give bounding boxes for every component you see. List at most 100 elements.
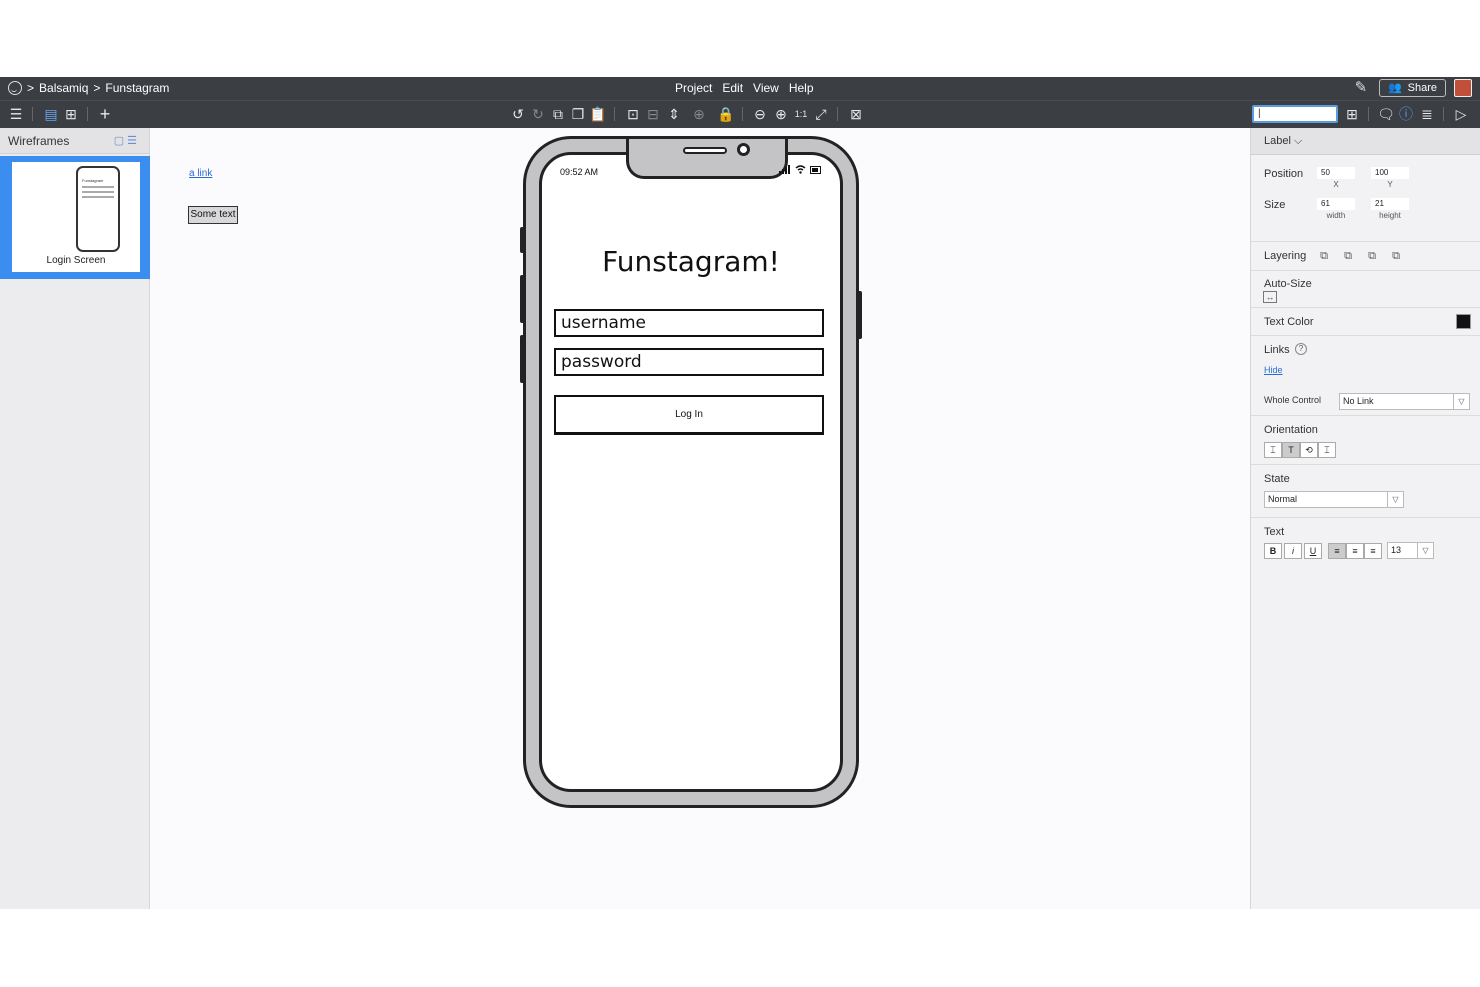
hide-links-link[interactable]: Hide [1264,365,1283,375]
phone-side-button [857,291,862,339]
library-icon[interactable]: ⊞ [1343,105,1361,123]
presentation-icon[interactable]: ▷ [1452,105,1470,123]
menu-help[interactable]: Help [789,81,814,95]
panel-header: Wireframes ▢ ☰ [0,128,149,154]
breadcrumb-project[interactable]: Balsamiq [39,81,88,95]
align-center-icon[interactable]: ≡ [1346,543,1364,559]
canvas-link[interactable]: a link [189,168,212,179]
text-section: Text B i U ≡ ≡ ≡ 13 ▽ [1251,518,1480,570]
distribute-icon[interactable]: ⊕ [690,105,708,123]
y-input[interactable]: 100 [1371,167,1409,179]
comment-icon[interactable]: 🗨 [1377,105,1395,123]
toolbar-divider [742,107,743,121]
mini-phone-icon: Funstagram [76,166,120,252]
menu-project[interactable]: Project [675,81,712,95]
font-size-select[interactable]: 13 ▽ [1387,542,1434,559]
state-select[interactable]: Normal ▽ [1264,491,1404,508]
menu-view[interactable]: View [753,81,779,95]
group-icon[interactable]: ⊡ [624,105,642,123]
whole-control-select[interactable]: No Link ▽ [1339,393,1470,410]
x-label: X [1333,180,1339,189]
send-backward-icon[interactable]: ⧉ [1341,249,1355,263]
actual-size-icon[interactable]: 1:1 [792,105,810,123]
single-view-icon[interactable]: ▤ [42,105,60,123]
toolbar-divider [837,107,838,121]
chevron-down-icon: ▽ [1417,543,1433,558]
inspector-panel: Label ⌵ Position 50 X 100 Y Size 61 widt… [1250,128,1480,909]
align-icon[interactable]: ⇕ [665,105,683,123]
orientation-option-icon[interactable]: ⟲ [1300,442,1318,458]
breadcrumb: > Balsamiq > Funstagram [8,81,169,95]
iphone-container[interactable]: 09:52 AM Funstagram! username password L… [520,136,862,808]
status-icons [779,165,822,174]
selected-label[interactable]: Some text [188,206,238,224]
orientation-option-icon[interactable]: ⌶ [1264,442,1282,458]
help-icon[interactable]: ? [1295,343,1307,355]
toolbar-divider [614,107,615,121]
login-button[interactable]: Log In [554,395,824,435]
layering-label: Layering [1264,250,1307,262]
wireframe-thumbnail[interactable]: Funstagram Login Screen [0,156,150,279]
battery-icon [810,165,821,174]
add-icon[interactable]: + [96,105,114,123]
align-left-icon[interactable]: ≡ [1328,543,1346,559]
bring-to-front-icon[interactable]: ⧉ [1389,249,1403,263]
autosize-icon[interactable]: ↔ [1263,291,1277,303]
zoom-out-icon[interactable]: ⊖ [751,105,769,123]
app-title: Funstagram! [602,245,780,278]
lock-icon[interactable]: 🔒 [717,105,735,123]
position-label: Position [1264,168,1304,180]
wireframes-panel: Wireframes ▢ ☰ Funstagram Login Screen [0,128,150,909]
password-field[interactable]: password [554,348,824,376]
grid-view-icon[interactable]: ⊞ [62,105,80,123]
paste-icon[interactable]: 📋 [589,105,607,123]
italic-button[interactable]: i [1284,543,1302,559]
avatar[interactable] [1454,79,1472,97]
redo-icon[interactable]: ↻ [529,105,547,123]
phone-side-button [520,335,525,383]
toolbar: ☰ ▤ ⊞ + ↺ ↻ ⧉ ❐ 📋 ⊡ ⊟ ⇕ ⊕ 🔒 ⊖ ⊕ 1:1 ⤢ ⊠ … [0,100,1480,128]
edit-mode-icon[interactable]: ✎ [1351,79,1371,97]
quick-add-search-input[interactable]: | [1252,105,1338,123]
bring-forward-icon[interactable]: ⧉ [1365,249,1379,263]
panel-view-icons[interactable]: ▢ ☰ [114,128,137,154]
share-button[interactable]: 👥 Share [1378,79,1446,97]
autosize-section: Auto-Size ↔ [1251,271,1480,308]
copy-icon[interactable]: ❐ [569,105,587,123]
fit-icon[interactable]: ⤢ [812,105,830,123]
share-label: Share [1407,82,1437,94]
properties-icon[interactable]: ≣ [1418,105,1436,123]
canvas[interactable]: a link Some text 09:52 AM Funstagram! us [151,128,1250,909]
undo-icon[interactable]: ↺ [509,105,527,123]
toolbar-divider [87,107,88,121]
zoom-in-icon[interactable]: ⊕ [772,105,790,123]
underline-button[interactable]: U [1304,543,1322,559]
text-color-swatch[interactable] [1456,314,1471,329]
duplicate-icon[interactable]: ⧉ [549,105,567,123]
state-value: Normal [1268,494,1298,504]
height-input[interactable]: 21 [1371,198,1409,210]
hamburger-icon[interactable]: ☰ [7,105,25,123]
info-icon[interactable]: ⓘ [1397,105,1415,123]
menu-edit[interactable]: Edit [722,81,743,95]
title-bar: > Balsamiq > Funstagram Project Edit Vie… [0,77,1480,100]
height-label: height [1379,211,1401,220]
x-input[interactable]: 50 [1317,167,1355,179]
username-field[interactable]: username [554,309,824,337]
phone-notch [626,139,788,179]
delete-icon[interactable]: ⊠ [847,105,865,123]
ungroup-icon[interactable]: ⊟ [644,105,662,123]
send-to-back-icon[interactable]: ⧉ [1317,249,1331,263]
text-label: Text [1264,526,1285,538]
width-input[interactable]: 61 [1317,198,1355,210]
smiley-logo-icon[interactable] [8,81,22,95]
bold-button[interactable]: B [1264,543,1282,559]
orientation-option-icon[interactable]: ⌶ [1318,442,1336,458]
breadcrumb-file[interactable]: Funstagram [105,81,169,95]
whole-control-label: Whole Control [1264,395,1322,405]
wifi-icon [795,165,806,174]
inspector-header[interactable]: Label ⌵ [1251,128,1480,155]
text-color-label: Text Color [1264,316,1314,328]
align-right-icon[interactable]: ≡ [1364,543,1382,559]
orientation-option-icon[interactable]: T [1282,442,1300,458]
